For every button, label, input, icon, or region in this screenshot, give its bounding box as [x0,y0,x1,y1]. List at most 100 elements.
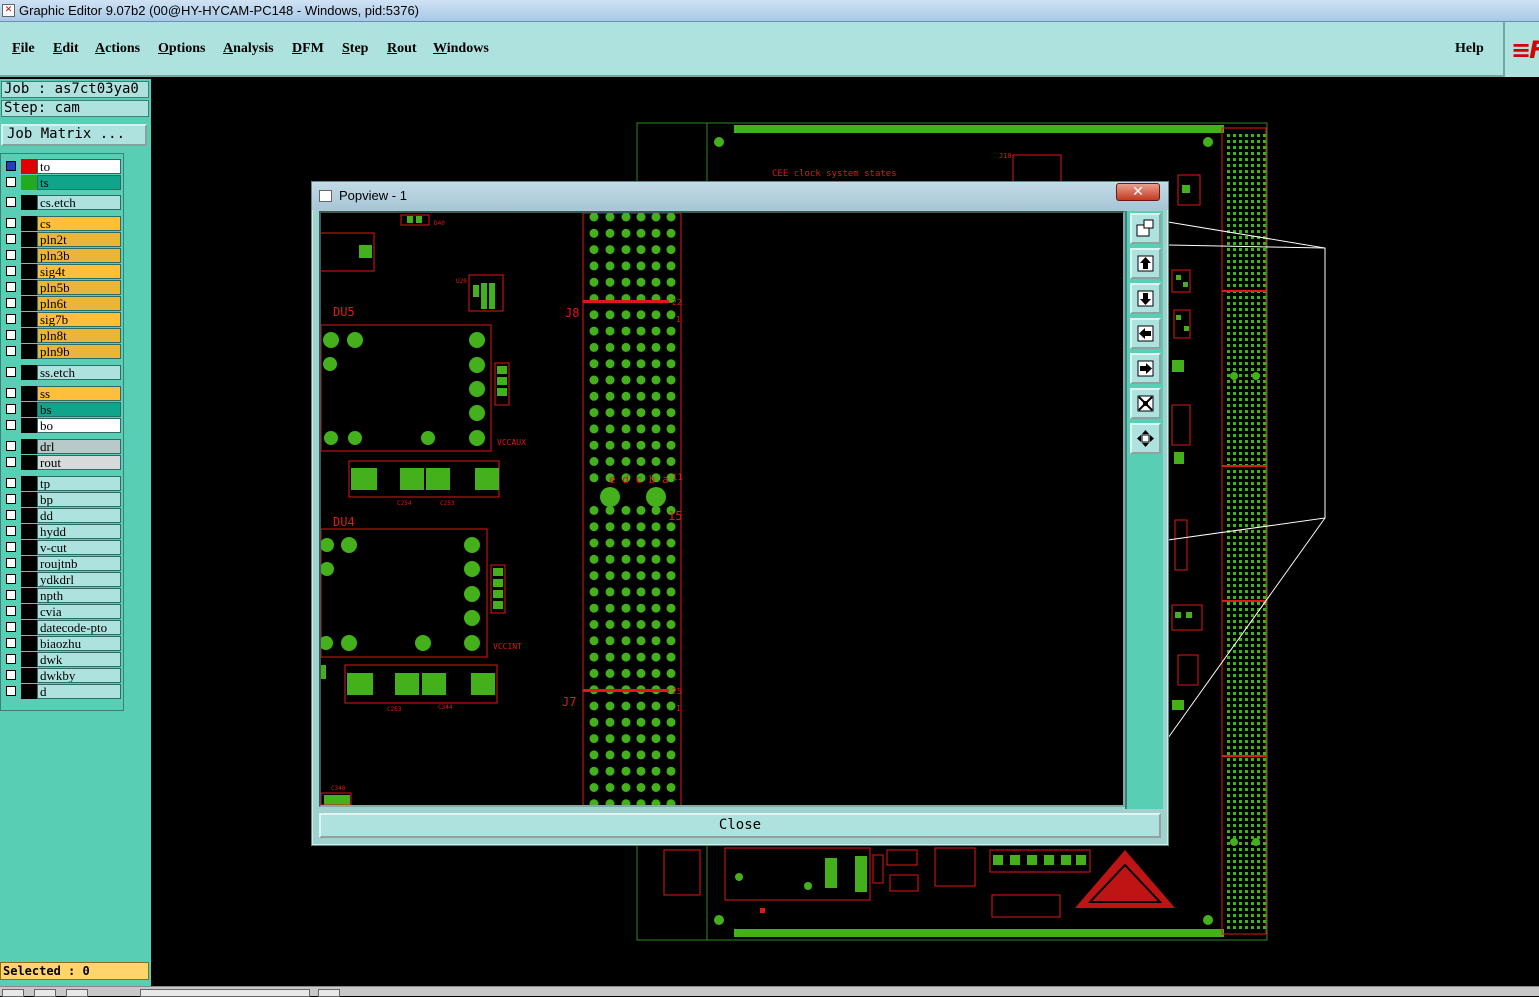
connector-pin [1251,140,1254,143]
connector-pin [1227,314,1230,317]
connector-pin [1233,446,1236,449]
connector-pin [1251,686,1254,689]
connector-pin [1251,158,1254,161]
connector-pin [1239,278,1242,281]
connector-pin [1263,758,1266,761]
connector-pin [1233,896,1236,899]
pan-left-icon[interactable] [1130,318,1161,349]
connector-pin [1251,818,1254,821]
ref-c344: C344 [438,704,453,711]
connector-pin [1239,596,1242,599]
connector-pin [1245,416,1248,419]
connector-pin [1239,584,1242,587]
fit-view-icon[interactable] [1130,423,1161,454]
connector-pin [1245,194,1248,197]
connector-pin [1239,152,1242,155]
connector-pin [1233,854,1236,857]
connector-pin [589,783,599,792]
connector-pin [1233,404,1236,407]
connector-pin [1251,362,1254,365]
connector-pin [1239,644,1242,647]
connector-pin [1227,560,1230,563]
connector-pin [1251,770,1254,773]
zoom-window-icon[interactable] [1130,213,1161,244]
connector-pin [1227,920,1230,923]
connector-pin [1245,482,1248,485]
connector-pin [1251,428,1254,431]
connector-pin [1233,908,1236,911]
connector-pin [1227,458,1230,461]
connector-pin [1245,434,1248,437]
connector-pin [1251,476,1254,479]
connector-pin [1251,692,1254,695]
connector-pin [1251,860,1254,863]
connector-pin [1251,746,1254,749]
pan-up-icon[interactable] [1130,248,1161,279]
connector-pin [1239,926,1242,929]
connector-pin [636,245,646,255]
connector-pin [1257,788,1260,791]
connector-pin [651,261,661,271]
connector-pin [636,587,646,597]
connector-pin [1263,794,1266,797]
connector-pin [1263,854,1266,857]
popview-canvas[interactable]: D40 U20 DU5 VCCAUX C254 C253 DU4 VCCINT … [319,211,1125,807]
ref-c340: C340 [331,785,346,792]
connector-pin [1227,518,1230,521]
connector-pin [1257,206,1260,209]
connector-pin [1239,206,1242,209]
popview-close-button[interactable]: Close [319,813,1161,838]
connector-pin [1227,176,1230,179]
connector-pin [1251,134,1254,137]
connector-pin [589,457,599,466]
connector-pin [1251,152,1254,155]
connector-pin [1245,386,1248,389]
connector-pin [1257,350,1260,353]
connector-pin [605,734,615,744]
connector-pin [1239,746,1242,749]
connector-pin [1251,242,1254,245]
top-copper-bar [734,125,1224,133]
connector-pin [1233,398,1236,401]
connector-pin [1245,842,1248,845]
connector-pin [1263,860,1266,863]
connector-pin [1233,248,1236,251]
connector-pin [621,326,631,336]
connector-pin [636,652,646,662]
pan-down-icon[interactable] [1130,283,1161,314]
connector-pin [1239,776,1242,779]
connector-pin [1257,458,1260,461]
connector-pin [589,391,599,401]
connector-pin [1239,218,1242,221]
connector-pin [1251,410,1254,413]
connector-pin [651,277,661,287]
connector-pin [666,424,676,434]
connector-pin [1251,602,1254,605]
connector-pin [621,783,631,792]
connector-pin [1227,320,1230,323]
connector-pin [605,636,615,646]
connector-pin [1233,200,1236,203]
connector-pin [1227,296,1230,299]
connector-pin [1251,914,1254,917]
connector-pin [1263,314,1266,317]
connector-pin [666,245,676,255]
connector-pin [1245,878,1248,881]
connector-pin [651,310,661,320]
connector-pin [1233,164,1236,167]
connector-pin [666,277,676,287]
connector-pin [1239,308,1242,311]
connector-pin [1233,686,1236,689]
zoom-out-icon[interactable] [1130,388,1161,419]
mount-hole [1230,372,1238,380]
connector-pin [666,587,676,597]
connector-pin [1233,590,1236,593]
connector-pin [666,766,676,776]
mount-hole [1203,137,1213,147]
connector-pin [605,750,615,760]
pan-right-icon[interactable] [1130,353,1161,384]
popview-close-x-button[interactable]: ✕ [1116,183,1160,201]
popview-app-icon [319,190,332,202]
connector-pin [1263,542,1266,545]
connector-pin [1251,590,1254,593]
